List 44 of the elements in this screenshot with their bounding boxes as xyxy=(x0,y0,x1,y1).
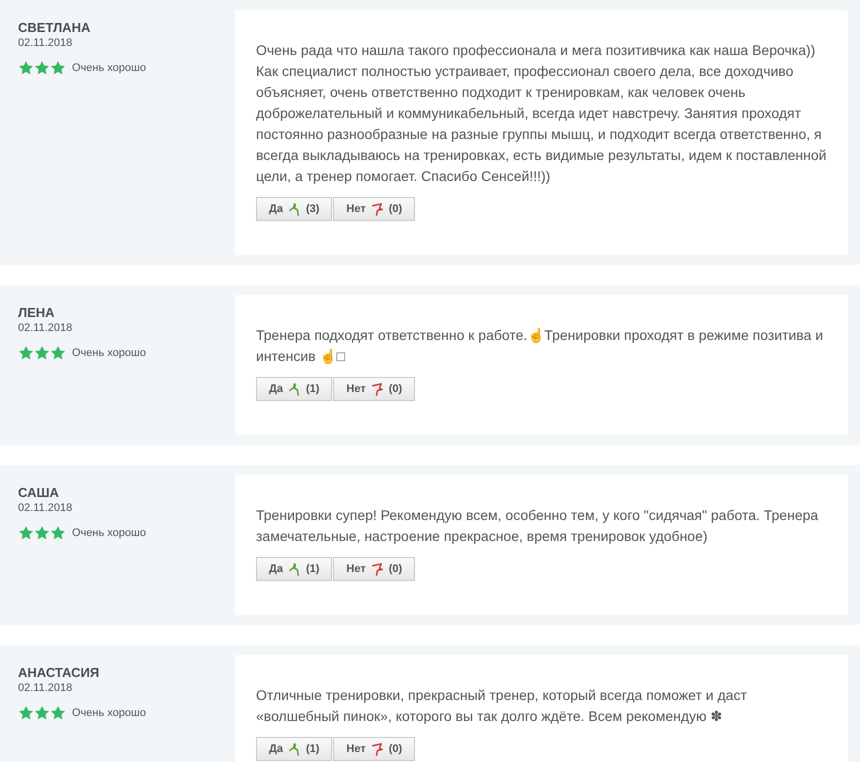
star-icon xyxy=(50,60,66,76)
yes-vote-button[interactable]: Да (1) xyxy=(256,377,332,401)
review-date: 02.11.2018 xyxy=(18,681,74,695)
rating-label: Очень хорошо xyxy=(72,526,146,541)
yes-vote-button[interactable]: Да (1) xyxy=(256,737,332,761)
thumbs-down-icon xyxy=(370,742,385,756)
rating-label: Очень хорошо xyxy=(72,346,146,361)
reviewer-name: СВЕТЛАНА xyxy=(18,20,92,36)
review-date: 02.11.2018 xyxy=(18,321,74,335)
star-icon xyxy=(18,705,34,722)
reviewer-name: САША xyxy=(18,485,60,501)
thumbs-up-icon xyxy=(286,202,302,216)
no-vote-button[interactable]: Нет (0) xyxy=(333,557,416,581)
review-text: Отличные тренировки, прекрасный тренер, который всегда поможет и даст «волшебный пинок», которого вы так долго ждёте. Всем рекомендую ✽ xyxy=(256,686,748,726)
review-text: Очень рада что нашла такого профессионала и мега позитивчика как наша Верочка)) Как специалист полностью устраивает, профессионал своего дела, все доходчиво объясняет, очень ответственно подходит к тренировкам, как человек очень доброжелательный и коммуникабельный, всегда идет навстречу. Занятия проходят постоянно разнообразные на разные группы мышц, и подходит всегда ответственно, я всегда выкладываюсь на тренировках, есть видимые результаты, идем к поставленной цели, а тренер помогает. Спасибо Сенсей!!!)) xyxy=(256,41,827,186)
reviewer-name: ЛЕНА xyxy=(18,305,56,321)
star-icon xyxy=(50,525,66,542)
thumbs-down-icon xyxy=(370,202,385,216)
no-vote-button[interactable]: Нет (0) xyxy=(333,377,416,401)
star-icon xyxy=(34,345,50,362)
thumbs-up-icon xyxy=(286,742,302,756)
star-icon xyxy=(18,345,34,362)
no-vote-button[interactable]: Нет (0) xyxy=(333,737,416,761)
star-icon xyxy=(34,525,50,542)
star-icon xyxy=(50,705,66,722)
review-text: Тренировки супер! Рекомендую всем, особенно тем, у кого "сидячая" работа. Тренера замечательные, настроение прекрасное, время тренировок удобное) xyxy=(256,506,820,546)
review-text: Тренера подходят ответственно к работе.☝Тренировки проходят в режиме позитива и интенсив ☝□ xyxy=(256,326,824,366)
star-icon xyxy=(18,525,34,542)
star-icon xyxy=(50,345,66,362)
star-icon xyxy=(18,60,34,76)
yes-vote-button[interactable]: Да (3) xyxy=(256,197,332,221)
review-date: 02.11.2018 xyxy=(18,501,74,515)
rating-label: Очень хорошо xyxy=(72,706,146,721)
no-vote-button[interactable]: Нет (0) xyxy=(333,197,416,221)
thumbs-down-icon xyxy=(370,382,385,396)
rating-label: Очень хорошо xyxy=(72,61,146,76)
thumbs-up-icon xyxy=(286,562,302,576)
star-icon xyxy=(34,60,50,76)
thumbs-up-icon xyxy=(286,382,302,396)
review-date: 02.11.2018 xyxy=(18,36,74,50)
star-icon xyxy=(34,705,50,722)
yes-vote-button[interactable]: Да (1) xyxy=(256,557,332,581)
reviewer-name: АНАСТАСИЯ xyxy=(18,665,100,681)
thumbs-down-icon xyxy=(370,562,385,576)
